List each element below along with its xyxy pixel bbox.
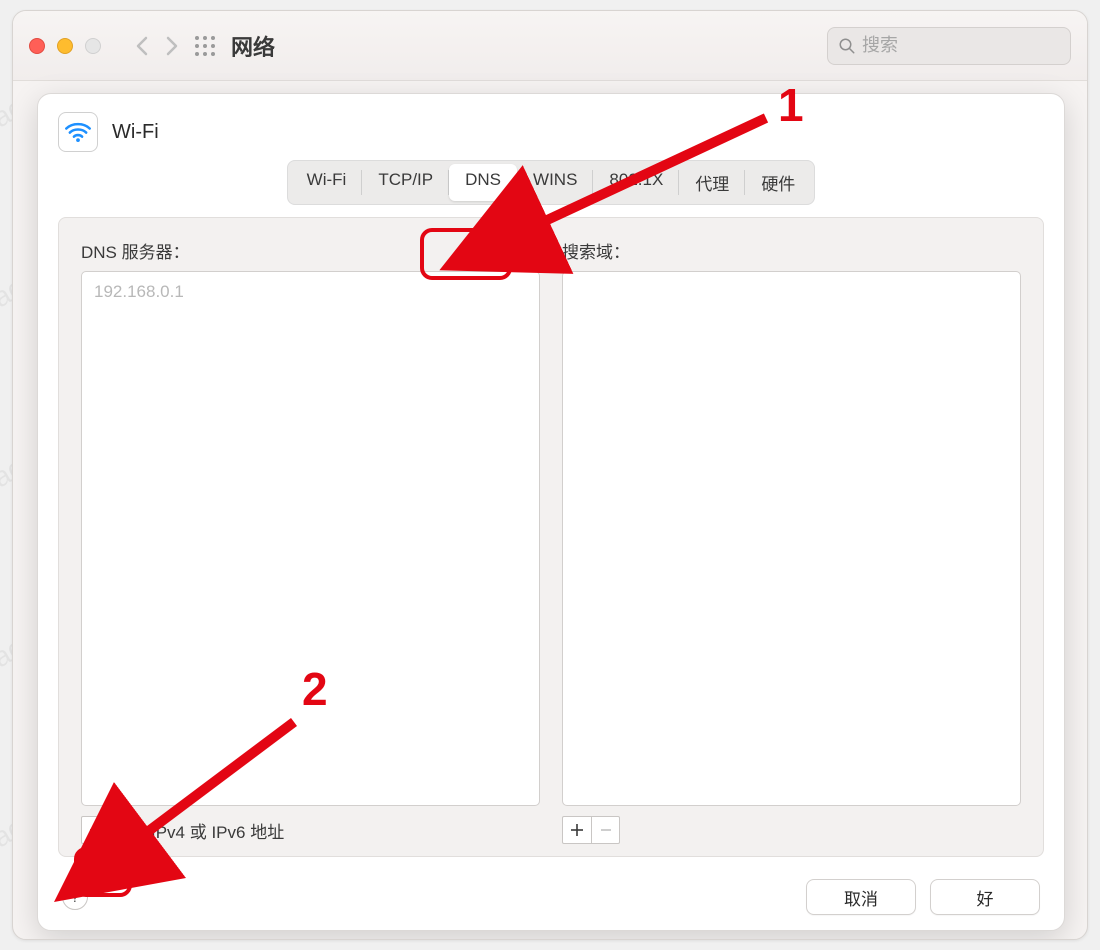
back-button	[127, 31, 157, 61]
search-domains-column: 搜索域：	[562, 238, 1021, 844]
tab-bar: Wi-Fi TCP/IP DNS WINS 802.1X 代理 硬件	[287, 160, 816, 205]
search-icon	[838, 37, 856, 55]
window-title: 网络	[231, 30, 275, 62]
preferences-window: 网络 Wi-Fi Wi-Fi TCP/IP DNS	[12, 10, 1088, 940]
advanced-sheet: Wi-Fi Wi-Fi TCP/IP DNS WINS 802.1X 代理 硬件…	[37, 93, 1065, 931]
window-controls	[29, 38, 101, 54]
dns-server-item[interactable]: 192.168.0.1	[94, 282, 527, 302]
titlebar: 网络	[13, 11, 1087, 81]
remove-domain-button	[591, 817, 619, 843]
search-domains-list[interactable]	[562, 271, 1021, 806]
dns-add-remove-group	[81, 816, 139, 844]
tab-proxy[interactable]: 代理	[679, 164, 745, 201]
tab-wifi[interactable]: Wi-Fi	[291, 164, 363, 201]
dns-add-hint: IPv4 或 IPv6 地址	[151, 818, 284, 843]
connection-name: Wi-Fi	[112, 121, 159, 144]
tab-wins[interactable]: WINS	[517, 164, 593, 201]
sheet-footer: ? 取消 好	[38, 864, 1064, 930]
ok-button[interactable]: 好	[930, 879, 1040, 915]
add-dns-button[interactable]	[82, 817, 110, 843]
tab-tcpip[interactable]: TCP/IP	[362, 164, 449, 201]
tab-8021x[interactable]: 802.1X	[593, 164, 679, 201]
show-all-icon[interactable]	[193, 34, 217, 58]
cancel-button[interactable]: 取消	[806, 879, 916, 915]
help-button[interactable]: ?	[62, 884, 88, 910]
close-window-button[interactable]	[29, 38, 45, 54]
zoom-window-button	[85, 38, 101, 54]
dns-servers-label: DNS 服务器：	[81, 238, 540, 263]
search-field[interactable]	[827, 27, 1071, 65]
search-input[interactable]	[862, 35, 1060, 56]
wifi-icon	[58, 112, 98, 152]
domain-add-remove-group	[562, 816, 620, 844]
dns-servers-list[interactable]: 192.168.0.1	[81, 271, 540, 806]
tab-hardware[interactable]: 硬件	[745, 164, 811, 201]
search-domains-label: 搜索域：	[562, 238, 1021, 263]
dns-servers-column: DNS 服务器： 192.168.0.1 IPv4 或 IPv6 地址	[81, 238, 540, 844]
minimize-window-button[interactable]	[57, 38, 73, 54]
sheet-header: Wi-Fi	[38, 94, 1064, 164]
tab-dns[interactable]: DNS	[449, 164, 517, 201]
forward-button	[157, 31, 187, 61]
dns-panel: DNS 服务器： 192.168.0.1 IPv4 或 IPv6 地址	[58, 217, 1044, 857]
remove-dns-button	[110, 817, 138, 843]
add-domain-button[interactable]	[563, 817, 591, 843]
